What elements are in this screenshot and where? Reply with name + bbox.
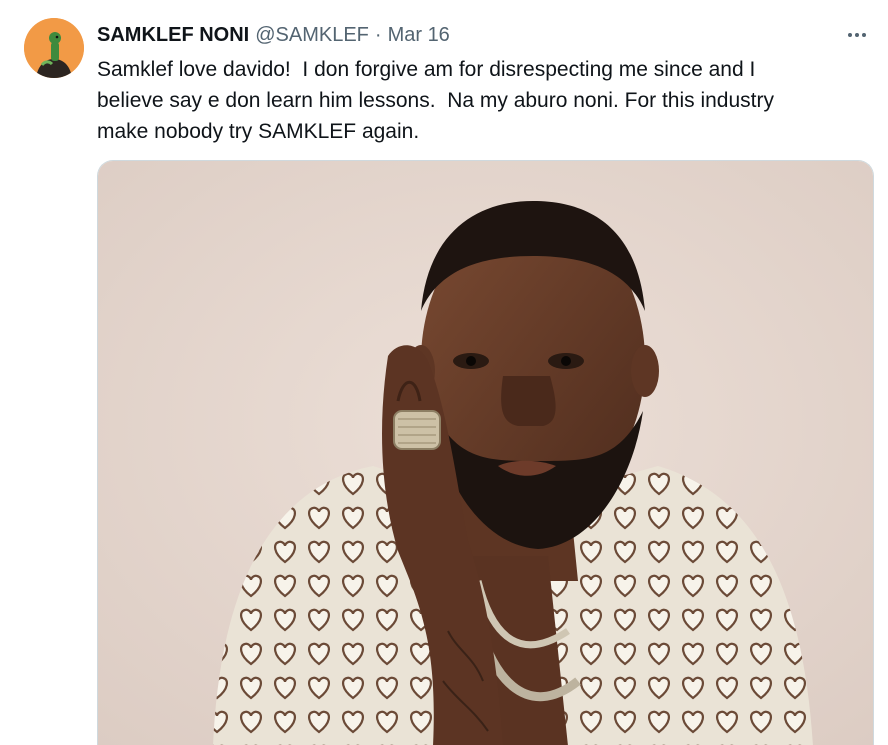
tweet-photo[interactable]: [97, 160, 874, 745]
display-name[interactable]: SAMKLEF NONI: [97, 24, 249, 47]
timestamp[interactable]: Mar 16: [388, 24, 450, 47]
tweet-text: Samklef love davido! I don forgive am fo…: [97, 58, 774, 143]
more-button[interactable]: [840, 20, 874, 50]
more-horizontal-icon: [848, 33, 866, 37]
avatar[interactable]: [24, 18, 84, 78]
separator-dot: ·: [374, 23, 382, 46]
tweet: SAMKLEF NONI @SAMKLEF · Mar 16 Samklef l…: [0, 0, 888, 745]
user-handle[interactable]: @SAMKLEF: [255, 24, 369, 47]
tweet-header: SAMKLEF NONI @SAMKLEF · Mar 16: [97, 22, 450, 48]
